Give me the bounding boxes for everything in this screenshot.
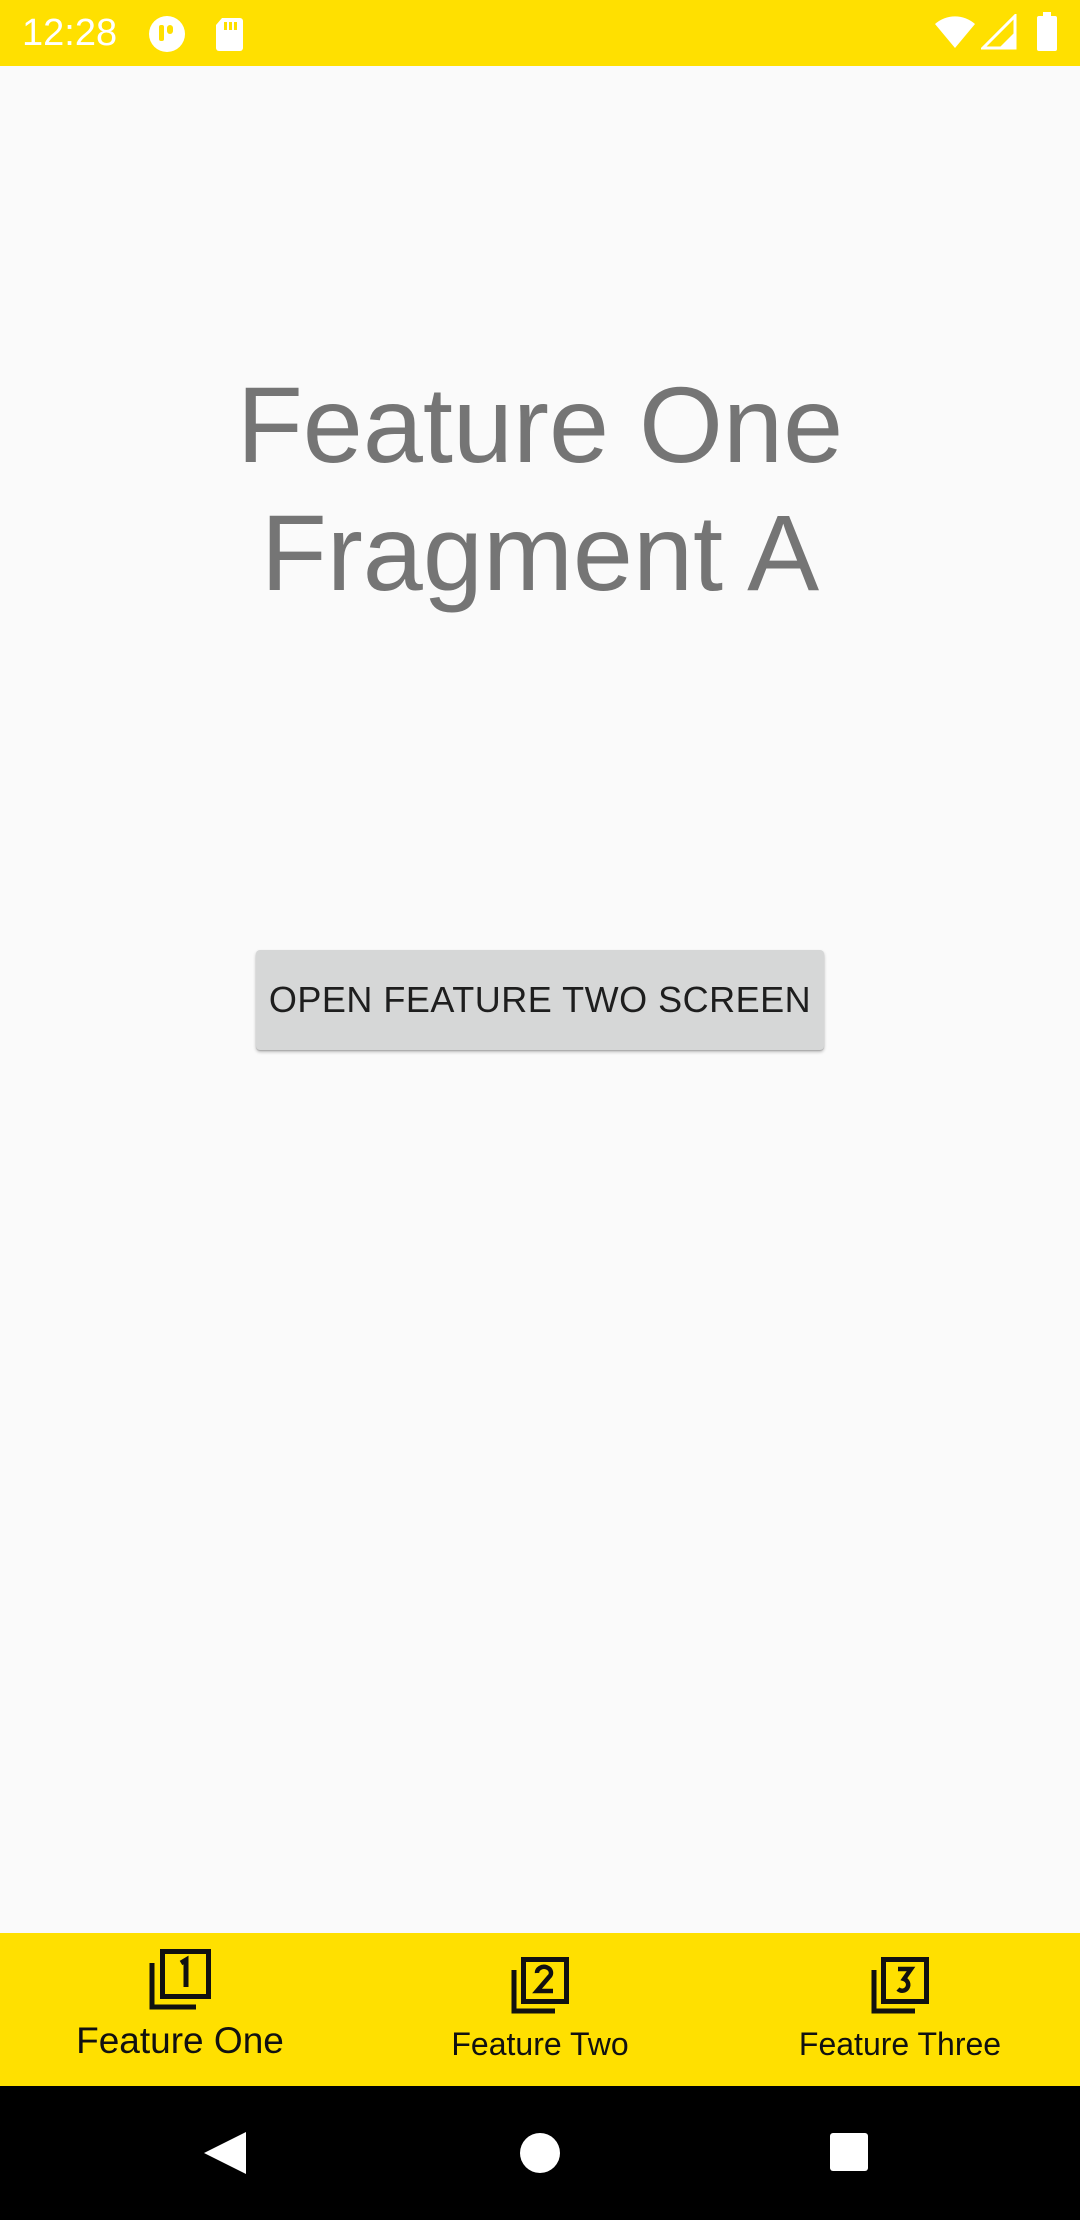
bottom-nav-label: Feature Three <box>798 2026 1002 2062</box>
bottom-navigation: Feature One Feature Two Feature Three <box>0 1933 1080 2086</box>
back-button[interactable] <box>158 2086 292 2220</box>
bottom-nav-label: Feature Two <box>451 2026 629 2062</box>
sd-card-icon <box>214 16 244 57</box>
battery-icon <box>1036 12 1058 57</box>
notification-app-icon <box>148 15 186 58</box>
system-navigation-bar <box>0 2086 1080 2220</box>
home-icon <box>520 2133 560 2173</box>
back-icon <box>204 2132 246 2174</box>
recents-icon <box>830 2133 868 2171</box>
filter-3-icon <box>870 1957 930 2020</box>
status-time: 12:28 <box>22 12 118 54</box>
page-title-line-1: Feature One <box>236 364 844 485</box>
page-title-line-2: Fragment A <box>260 492 820 613</box>
bottom-nav-item-feature-two[interactable]: Feature Two <box>360 1933 720 2086</box>
signal-icon <box>979 12 1017 55</box>
filter-2-icon <box>510 1957 570 2020</box>
bottom-nav-item-feature-one[interactable]: Feature One <box>0 1933 360 2086</box>
status-bar: 12:28 <box>0 0 1080 66</box>
main-content: Feature One Fragment A OPEN FEATURE TWO … <box>0 66 1080 1933</box>
bottom-nav-label: Feature One <box>76 2020 284 2061</box>
bottom-nav-item-feature-three[interactable]: Feature Three <box>720 1933 1080 2086</box>
home-button[interactable] <box>473 2086 607 2220</box>
wifi-icon <box>934 14 976 55</box>
filter-1-icon <box>148 1949 212 2016</box>
recents-button[interactable] <box>783 2086 917 2220</box>
app-screen: 12:28 Feature One Fragment A OPEN FEATUR… <box>0 0 1080 2220</box>
page-title: Feature One Fragment A <box>0 361 1080 617</box>
open-feature-two-button[interactable]: OPEN FEATURE TWO SCREEN <box>256 950 824 1050</box>
